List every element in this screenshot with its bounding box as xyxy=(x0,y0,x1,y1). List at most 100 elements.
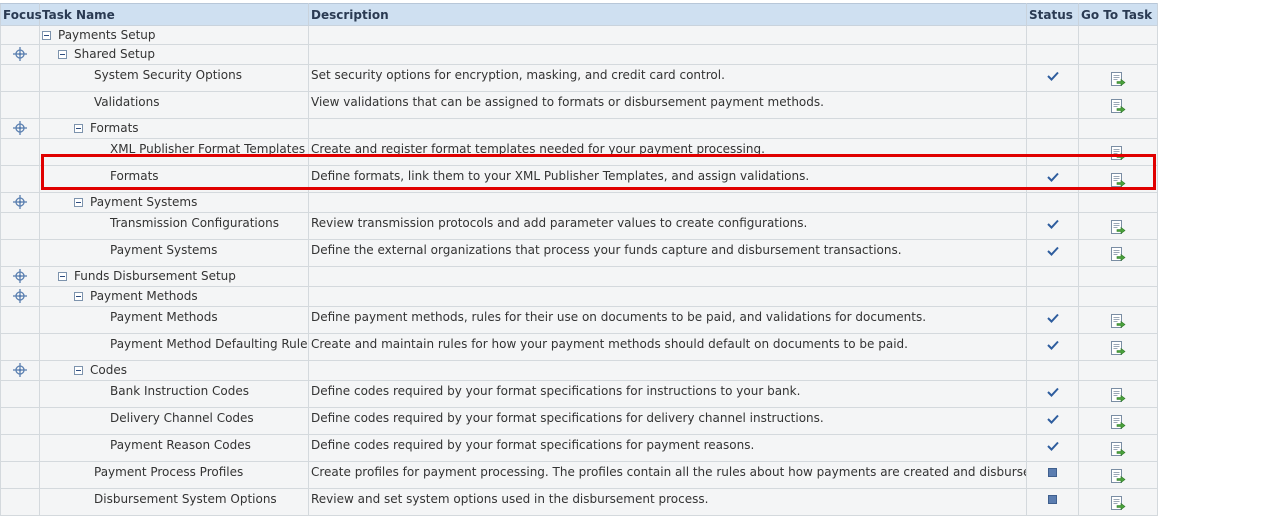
section-name: Payment Methods xyxy=(90,289,198,303)
task-name-cell: Bank Instruction Codes xyxy=(39,380,309,408)
go-to-task-cell xyxy=(1078,488,1158,516)
column-header-task-name[interactable]: Task Name xyxy=(39,3,309,26)
go-to-task-icon[interactable] xyxy=(1110,341,1126,359)
focus-cell xyxy=(0,64,40,92)
status-cell xyxy=(1026,380,1079,408)
task-name[interactable]: Disbursement System Options xyxy=(94,492,277,506)
task-row: Bank Instruction Codes Define codes requi… xyxy=(0,380,1158,408)
description-cell: Define codes required by your format spe… xyxy=(308,434,1027,462)
task-name[interactable]: Payment Method Defaulting Rules xyxy=(110,337,308,351)
go-to-task-cell xyxy=(1078,380,1158,408)
focus-cell xyxy=(0,333,40,361)
focus-cell xyxy=(0,138,40,166)
collapse-minus-icon[interactable] xyxy=(74,123,83,133)
go-to-task-icon[interactable] xyxy=(1110,72,1126,90)
focus-cell xyxy=(0,461,40,489)
focus-crosshair-icon[interactable] xyxy=(13,47,27,61)
task-description: View validations that can be assigned to… xyxy=(311,95,824,109)
column-header-description[interactable]: Description xyxy=(308,3,1027,26)
task-name[interactable]: Payment Process Profiles xyxy=(94,465,243,479)
task-name[interactable]: XML Publisher Format Templates xyxy=(110,142,305,156)
task-row: Payment Reason Codes Define codes require… xyxy=(0,434,1158,462)
go-to-task-icon[interactable] xyxy=(1110,442,1126,460)
column-header-go-to-task[interactable]: Go To Task xyxy=(1078,3,1158,26)
description-cell: Define the external organizations that p… xyxy=(308,239,1027,267)
status-cell xyxy=(1026,138,1079,166)
go-to-task-icon[interactable] xyxy=(1110,314,1126,332)
go-to-task-icon[interactable] xyxy=(1110,220,1126,238)
section-name: Funds Disbursement Setup xyxy=(74,269,236,283)
focus-cell xyxy=(0,91,40,119)
task-name-wrapper: Transmission Configurations xyxy=(41,214,308,234)
task-description: Define formats, link them to your XML Pu… xyxy=(311,169,810,183)
task-name[interactable]: Bank Instruction Codes xyxy=(110,384,249,398)
go-to-task-icon[interactable] xyxy=(1110,99,1126,117)
checkmark-icon xyxy=(1046,386,1059,400)
column-header-focus[interactable]: Focus xyxy=(0,3,42,26)
task-name[interactable]: Payment Methods xyxy=(110,310,218,324)
description-cell: Define codes required by your format spe… xyxy=(308,380,1027,408)
collapse-minus-icon[interactable] xyxy=(74,365,83,375)
task-row: System Security Options Set security opti… xyxy=(0,64,1158,92)
task-name-cell: Payment Process Profiles xyxy=(39,461,309,489)
focus-crosshair-icon[interactable] xyxy=(13,363,27,377)
status-cell xyxy=(1026,360,1079,381)
go-to-task-cell xyxy=(1078,306,1158,334)
task-name-wrapper: Bank Instruction Codes xyxy=(41,382,308,402)
go-to-task-cell xyxy=(1078,360,1158,381)
task-name-wrapper: Formats xyxy=(41,120,308,138)
task-row: Validations View validations that can be … xyxy=(0,91,1158,119)
focus-cell xyxy=(0,380,40,408)
task-list-table: Focus Task Name Description Status Go To… xyxy=(0,3,1158,516)
task-name-wrapper: Delivery Channel Codes xyxy=(41,409,308,429)
task-description: Define payment methods, rules for their … xyxy=(311,310,927,324)
task-description: Define codes required by your format spe… xyxy=(311,411,824,425)
go-to-task-cell xyxy=(1078,91,1158,119)
task-name-cell: Payment Reason Codes xyxy=(39,434,309,462)
task-name[interactable]: Validations xyxy=(94,95,160,109)
task-name[interactable]: Formats xyxy=(110,169,159,183)
go-to-task-icon[interactable] xyxy=(1110,173,1126,191)
collapse-minus-icon[interactable] xyxy=(74,291,83,301)
focus-crosshair-icon[interactable] xyxy=(13,269,27,283)
status-cell xyxy=(1026,286,1079,307)
go-to-task-icon[interactable] xyxy=(1110,247,1126,265)
column-header-status[interactable]: Status xyxy=(1026,3,1079,26)
go-to-task-icon[interactable] xyxy=(1110,469,1126,487)
collapse-minus-icon[interactable] xyxy=(58,49,67,59)
go-to-task-icon[interactable] xyxy=(1110,388,1126,406)
task-description: Define codes required by your format spe… xyxy=(311,384,801,398)
task-name-wrapper: Payments Setup xyxy=(41,27,308,44)
status-cell xyxy=(1026,266,1079,287)
description-cell: Review transmission protocols and add pa… xyxy=(308,212,1027,240)
section-row: Payment Methods xyxy=(0,286,1158,307)
collapse-minus-icon[interactable] xyxy=(42,30,51,40)
go-to-task-cell xyxy=(1078,333,1158,361)
go-to-task-icon[interactable] xyxy=(1110,415,1126,433)
task-name-cell: Payment Method Defaulting Rules xyxy=(39,333,309,361)
focus-crosshair-icon[interactable] xyxy=(13,121,27,135)
status-cell xyxy=(1026,192,1079,213)
task-name-cell: Formats xyxy=(39,118,309,139)
collapse-minus-icon[interactable] xyxy=(74,197,83,207)
focus-crosshair-icon[interactable] xyxy=(13,195,27,209)
task-name[interactable]: Delivery Channel Codes xyxy=(110,411,254,425)
checkmark-icon xyxy=(1046,339,1059,353)
task-name[interactable]: Transmission Configurations xyxy=(110,216,279,230)
focus-crosshair-icon[interactable] xyxy=(13,289,27,303)
status-cell xyxy=(1026,239,1079,267)
table-header-row: Focus Task Name Description Status Go To… xyxy=(0,3,1158,26)
task-name[interactable]: Payment Reason Codes xyxy=(110,438,251,452)
focus-cell xyxy=(0,212,40,240)
description-cell: Create and maintain rules for how your p… xyxy=(308,333,1027,361)
task-name-wrapper: XML Publisher Format Templates xyxy=(41,140,308,160)
focus-cell xyxy=(0,118,40,139)
task-name-cell: Codes xyxy=(39,360,309,381)
focus-cell xyxy=(0,266,40,287)
description-cell: Define payment methods, rules for their … xyxy=(308,306,1027,334)
task-name[interactable]: Payment Systems xyxy=(110,243,217,257)
task-name[interactable]: System Security Options xyxy=(94,68,242,82)
section-name: Codes xyxy=(90,363,127,377)
collapse-minus-icon[interactable] xyxy=(58,271,67,281)
go-to-task-icon[interactable] xyxy=(1110,146,1126,164)
